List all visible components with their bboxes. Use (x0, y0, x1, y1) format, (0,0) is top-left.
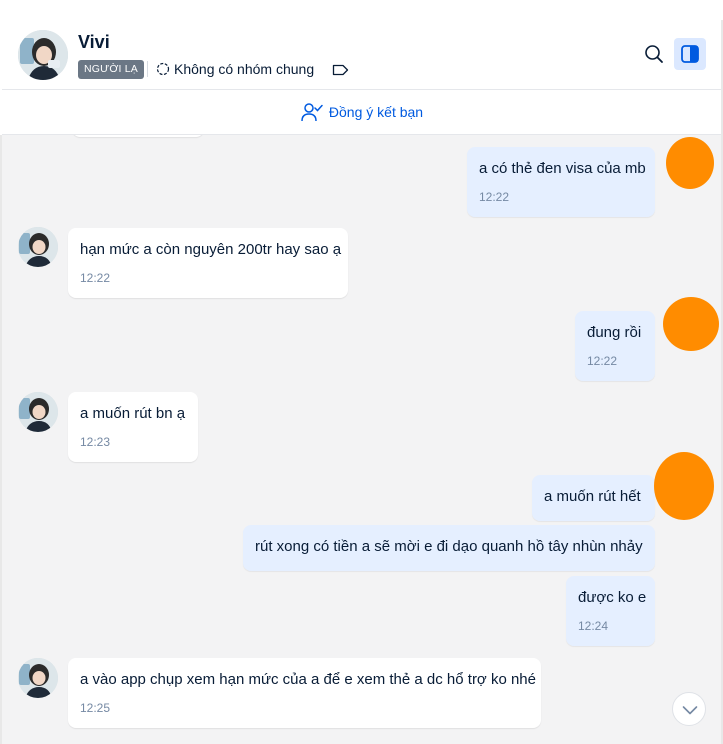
user-check-icon (301, 103, 323, 122)
message-text: đung rồi (587, 324, 642, 341)
outgoing-message[interactable]: a muốn rút hết (532, 475, 655, 521)
contact-avatar-small[interactable] (18, 658, 58, 698)
incoming-message[interactable]: a vào app chụp xem hạn mức của a để e xe… (68, 658, 541, 728)
header-divider (147, 61, 148, 77)
incoming-message[interactable]: a muốn rút bn ạ 12:23 (68, 392, 198, 462)
message-time: 12:22 (479, 190, 510, 204)
message-time: 12:22 (80, 271, 111, 285)
sidebar-toggle-icon (681, 45, 699, 63)
accept-friend-label: Đồng ý kết bạn (328, 104, 424, 120)
common-group-status[interactable]: Không có nhóm chung (174, 61, 314, 77)
group-circle-icon (156, 62, 170, 76)
accept-friend-button[interactable]: Đồng ý kết bạn (2, 90, 722, 135)
message-text: a vào app chụp xem hạn mức của a để e xe… (80, 671, 536, 688)
top-strip (0, 0, 723, 20)
message-text: a có thẻ đen visa của mb (479, 160, 646, 177)
message-time: 12:23 (80, 435, 111, 449)
search-icon[interactable] (641, 41, 667, 67)
redaction-mark (654, 452, 714, 520)
message-time: 12:25 (80, 701, 111, 715)
outgoing-message[interactable]: đung rồi 12:22 (575, 311, 655, 381)
stranger-badge: NGƯỜI LẠ (78, 60, 144, 79)
outgoing-message[interactable]: được ko e 12:24 (566, 576, 655, 646)
message-text: a muốn rút hết (544, 488, 641, 505)
message-text: a muốn rút bn ạ (80, 405, 186, 422)
chevron-down-icon (682, 706, 698, 715)
message-list[interactable]: a có thẻ đen visa của mb 12:22 hạn mức a… (2, 135, 722, 744)
message-time: 12:22 (587, 354, 618, 368)
conversation-header: Vivi NGƯỜI LẠ Không có nhóm chung (2, 20, 722, 90)
message-text: được ko e (578, 589, 647, 606)
redaction-mark (663, 297, 719, 351)
message-time: 12:24 (578, 619, 609, 633)
outgoing-message[interactable]: a có thẻ đen visa của mb 12:22 (467, 147, 655, 217)
outgoing-message[interactable]: rút xong có tiền a sẽ mời e đi dạo quanh… (243, 525, 655, 571)
redaction-mark (666, 137, 714, 189)
tag-icon[interactable] (332, 64, 349, 76)
sidebar-toggle-button[interactable] (674, 38, 706, 70)
contact-avatar[interactable] (18, 30, 68, 80)
contact-name: Vivi (78, 32, 110, 52)
contact-avatar-small[interactable] (18, 392, 58, 432)
incoming-message[interactable]: hạn mức a còn nguyên 200tr hay sao ạ 12:… (68, 228, 348, 298)
scroll-to-bottom-button[interactable] (672, 692, 706, 726)
message-text: hạn mức a còn nguyên 200tr hay sao ạ (80, 241, 342, 258)
contact-avatar-small[interactable] (18, 227, 58, 267)
message-text: rút xong có tiền a sẽ mời e đi dạo quanh… (255, 538, 643, 555)
partial-message-bubble (72, 135, 204, 137)
